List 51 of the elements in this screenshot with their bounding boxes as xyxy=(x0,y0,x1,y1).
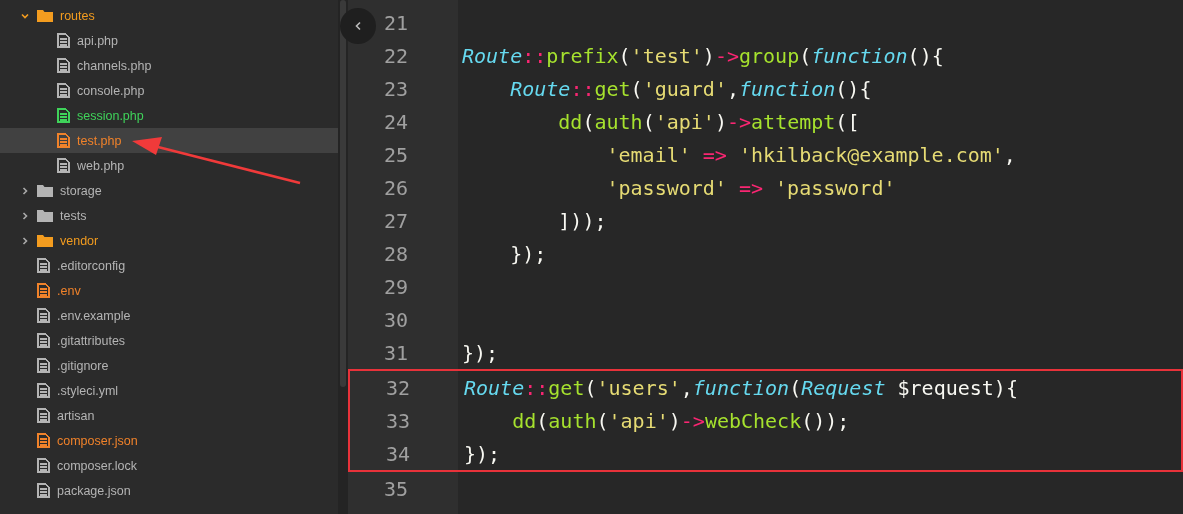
line-number: 26 xyxy=(383,175,408,200)
file-tree-item[interactable]: .gitattributes xyxy=(0,328,338,353)
file-tree-item[interactable]: routes xyxy=(0,3,338,28)
line-number: 35 xyxy=(383,476,408,501)
line-number: 28 xyxy=(383,241,408,266)
file-tree-item[interactable]: test.php xyxy=(0,128,338,153)
file-tree-item[interactable]: .editorconfig xyxy=(0,253,338,278)
file-tree-item[interactable]: storage xyxy=(0,178,338,203)
line-number: 21 xyxy=(383,10,408,35)
chevron-right-icon[interactable] xyxy=(20,235,30,246)
code-line: Route::prefix('test')->group(function(){ xyxy=(462,43,944,68)
line-number: 31 xyxy=(383,340,408,365)
file-tree-item[interactable]: vendor xyxy=(0,228,338,253)
file-tree-item[interactable]: artisan xyxy=(0,403,338,428)
line-number: 30 xyxy=(383,307,408,332)
line-number: 27 xyxy=(383,208,408,233)
code-line: 'password' => 'password' xyxy=(605,175,896,200)
line-number: 22 xyxy=(383,43,408,68)
file-tree-item[interactable]: console.php xyxy=(0,78,338,103)
code-line: dd(auth('api')->attempt([ xyxy=(557,109,860,134)
file-tree-item[interactable]: .env xyxy=(0,278,338,303)
code-line: }); xyxy=(509,241,547,266)
code-line: dd(auth('api')->webCheck()); xyxy=(511,408,850,433)
file-tree-item[interactable]: .styleci.yml xyxy=(0,378,338,403)
chevron-left-icon[interactable] xyxy=(354,21,362,31)
file-tree-item[interactable]: composer.json xyxy=(0,428,338,453)
line-number: 25 xyxy=(383,142,408,167)
file-tree-item[interactable]: package.json xyxy=(0,478,338,503)
line-number: 24 xyxy=(383,109,408,134)
line-number: 29 xyxy=(383,274,408,299)
line-number: 33 xyxy=(385,408,410,433)
code-line: Route::get('users',function(Request $request){ xyxy=(464,375,1018,400)
file-tree-item[interactable]: session.php xyxy=(0,103,338,128)
line-number: 32 xyxy=(385,375,410,400)
code-line: }); xyxy=(464,441,501,466)
scrollbar-thumb[interactable] xyxy=(340,0,346,387)
line-number: 34 xyxy=(385,441,410,466)
file-tree-item[interactable]: composer.lock xyxy=(0,453,338,478)
file-tree-item[interactable]: .env.example xyxy=(0,303,338,328)
file-tree-item[interactable]: channels.php xyxy=(0,53,338,78)
file-tree-item[interactable]: web.php xyxy=(0,153,338,178)
code-line: Route::get('guard',function(){ xyxy=(509,76,872,101)
file-tree-item[interactable]: .gitignore xyxy=(0,353,338,378)
code-line: ])); xyxy=(557,208,607,233)
file-tree-item[interactable]: tests xyxy=(0,203,338,228)
code-line: 'email' => 'hkilback@example.com', xyxy=(605,142,1016,167)
chevron-right-icon[interactable] xyxy=(20,185,30,196)
code-line: }); xyxy=(462,340,499,365)
chevron-right-icon[interactable] xyxy=(20,210,30,221)
line-number: 23 xyxy=(383,76,408,101)
file-tree-item[interactable]: api.php xyxy=(0,28,338,53)
